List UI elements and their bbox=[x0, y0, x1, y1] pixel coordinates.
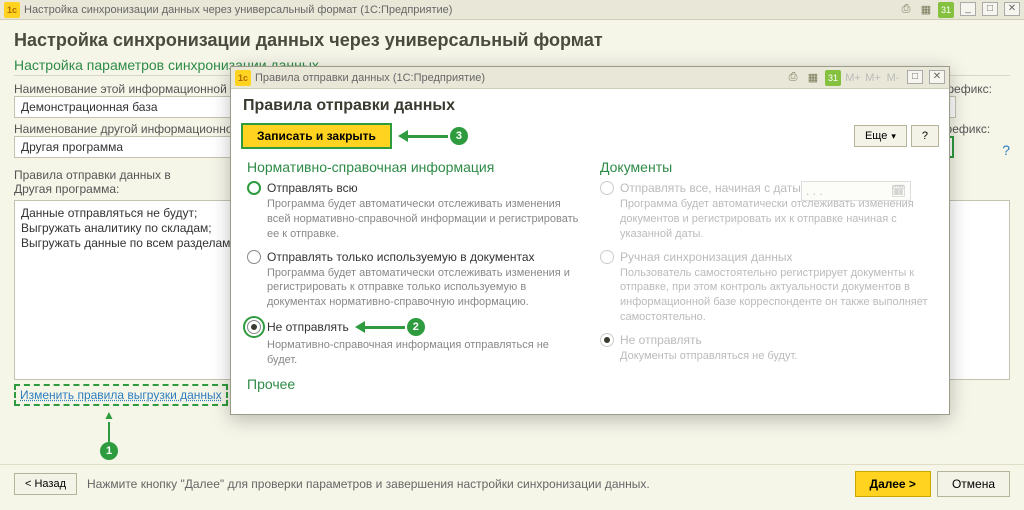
page-title: Настройка синхронизации данных через уни… bbox=[14, 30, 1010, 51]
nsi-opt1-desc: Программа будет автоматически отслеживат… bbox=[267, 197, 580, 242]
app-icon: 1c bbox=[4, 2, 20, 18]
dialog-toolbar: Записать и закрыть 3 Еще▾ ? bbox=[231, 119, 949, 153]
dialog-restore-button[interactable]: □ bbox=[907, 70, 923, 84]
badge-3: 3 bbox=[450, 127, 468, 145]
radio-icon bbox=[247, 320, 261, 334]
radio-icon bbox=[600, 181, 614, 195]
callout-1: ▲ 1 bbox=[14, 408, 204, 460]
other-title: Прочее bbox=[247, 376, 580, 392]
close-button[interactable]: ✕ bbox=[1004, 2, 1020, 16]
nsi-title: Нормативно-справочная информация bbox=[247, 159, 580, 175]
dialog-title: Правила отправки данных (1С:Предприятие) bbox=[251, 72, 785, 84]
docs-title: Документы bbox=[600, 159, 933, 175]
nsi-send-none-radio[interactable]: Не отправлять 2 bbox=[247, 318, 580, 336]
main-titlebar: 1c Настройка синхронизации данных через … bbox=[0, 0, 1024, 20]
radio-label: Отправлять всю bbox=[267, 181, 358, 195]
date-placeholder: . . . bbox=[806, 184, 823, 198]
footer-hint: Нажмите кнопку "Далее" для проверки пара… bbox=[87, 477, 855, 491]
wizard-footer: < Назад Нажмите кнопку "Далее" для прове… bbox=[0, 464, 1024, 503]
calendar-icon[interactable]: 31 bbox=[938, 2, 954, 18]
cancel-button[interactable]: Отмена bbox=[937, 471, 1010, 497]
send-rules-dialog: 1c Правила отправки данных (1С:Предприят… bbox=[230, 66, 950, 415]
grid-icon[interactable]: ▦ bbox=[918, 2, 934, 18]
m-plus-icon2[interactable]: M+ bbox=[865, 70, 881, 86]
nsi-send-used-radio[interactable]: Отправлять только используемую в докумен… bbox=[247, 250, 580, 264]
change-rules-link[interactable]: Изменить правила выгрузки данных bbox=[14, 384, 228, 406]
radio-label: Ручная синхронизация данных bbox=[620, 250, 793, 264]
radio-label: Отправлять только используемую в докумен… bbox=[267, 250, 535, 264]
app-icon: 1c bbox=[235, 70, 251, 86]
radio-label: Не отправлять bbox=[620, 333, 702, 347]
minimize-button[interactable]: _ bbox=[960, 2, 976, 16]
calendar-icon: 🗓 bbox=[891, 184, 906, 198]
callout-2: 2 bbox=[355, 318, 425, 336]
dialog-titlebar: 1c Правила отправки данных (1С:Предприят… bbox=[231, 67, 949, 89]
dialog-close-button[interactable]: ✕ bbox=[929, 70, 945, 84]
badge-2: 2 bbox=[407, 318, 425, 336]
badge-1: 1 bbox=[100, 442, 118, 460]
dialog-help-button[interactable]: ? bbox=[911, 125, 939, 147]
save-close-button[interactable]: Записать и закрыть bbox=[241, 123, 392, 149]
radio-icon bbox=[600, 250, 614, 264]
radio-icon bbox=[600, 333, 614, 347]
back-button[interactable]: < Назад bbox=[14, 473, 77, 495]
docs-send-from-date-radio: Отправлять все, начиная с даты . . . 🗓 bbox=[600, 181, 933, 195]
nsi-column: Нормативно-справочная информация Отправл… bbox=[247, 159, 580, 398]
print-icon[interactable]: ⎙ bbox=[785, 70, 801, 86]
docs-opt1-desc: Программа будет автоматически отслеживат… bbox=[620, 197, 933, 242]
more-button[interactable]: Еще▾ bbox=[854, 125, 907, 147]
callout-3: 3 bbox=[398, 127, 468, 145]
m-plus-icon[interactable]: M+ bbox=[845, 70, 861, 86]
date-input: . . . 🗓 bbox=[801, 181, 911, 201]
help-icon[interactable]: ? bbox=[1002, 142, 1010, 158]
window-title: Настройка синхронизации данных через уни… bbox=[20, 4, 898, 16]
docs-column: Документы Отправлять все, начиная с даты… bbox=[600, 159, 933, 398]
print-icon[interactable]: ⎙ bbox=[898, 2, 914, 18]
radio-label: Не отправлять bbox=[267, 320, 349, 334]
nsi-opt3-desc: Нормативно-справочная информация отправл… bbox=[267, 338, 580, 368]
nsi-opt2-desc: Программа будет автоматически отслеживат… bbox=[267, 266, 580, 311]
radio-label: Отправлять все, начиная с даты bbox=[620, 181, 801, 195]
docs-opt2-desc: Пользователь самостоятельно регистрирует… bbox=[620, 266, 933, 325]
grid-icon[interactable]: ▦ bbox=[805, 70, 821, 86]
docs-opt3-desc: Документы отправляться не будут. bbox=[620, 349, 933, 364]
docs-send-none-radio: Не отправлять bbox=[600, 333, 933, 347]
m-minus-icon[interactable]: M- bbox=[885, 70, 901, 86]
calendar-icon[interactable]: 31 bbox=[825, 70, 841, 86]
radio-icon bbox=[247, 181, 261, 195]
nsi-send-all-radio[interactable]: Отправлять всю bbox=[247, 181, 580, 195]
next-button[interactable]: Далее > bbox=[855, 471, 931, 497]
docs-manual-sync-radio: Ручная синхронизация данных bbox=[600, 250, 933, 264]
maximize-button[interactable]: □ bbox=[982, 2, 998, 16]
dialog-heading: Правила отправки данных bbox=[243, 97, 937, 115]
radio-icon bbox=[247, 250, 261, 264]
